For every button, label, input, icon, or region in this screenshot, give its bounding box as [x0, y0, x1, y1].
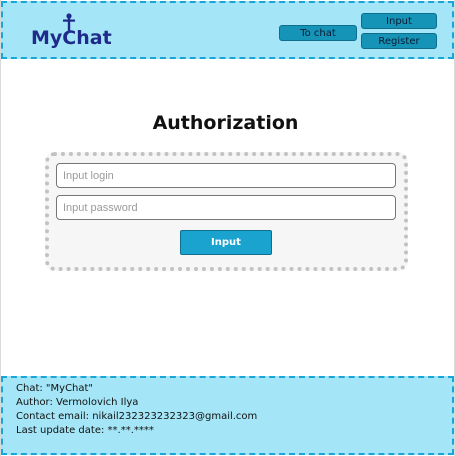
password-input[interactable] [56, 195, 396, 220]
submit-button[interactable]: Input [180, 230, 272, 255]
logo-text: MyChat [31, 27, 112, 49]
page-title: Authorization [152, 112, 299, 134]
footer-updated: Last update date: **.**.**** [16, 425, 154, 436]
login-input[interactable] [56, 163, 396, 188]
input-button[interactable]: Input [361, 13, 437, 29]
footer-email: Contact email: nikail232323232323@gmail.… [16, 411, 258, 422]
footer-chat: Chat: "MyChat" [16, 383, 94, 394]
logo[interactable]: MyChat [31, 13, 121, 53]
auth-form: Input [45, 152, 408, 271]
site-header: MyChat To chat Input Register [1, 1, 454, 59]
site-footer: Chat: "MyChat" Author: Vermolovich Ilya … [1, 376, 454, 455]
footer-author: Author: Vermolovich Ilya [16, 397, 139, 408]
to-chat-button[interactable]: To chat [279, 25, 357, 41]
register-button[interactable]: Register [361, 33, 437, 49]
